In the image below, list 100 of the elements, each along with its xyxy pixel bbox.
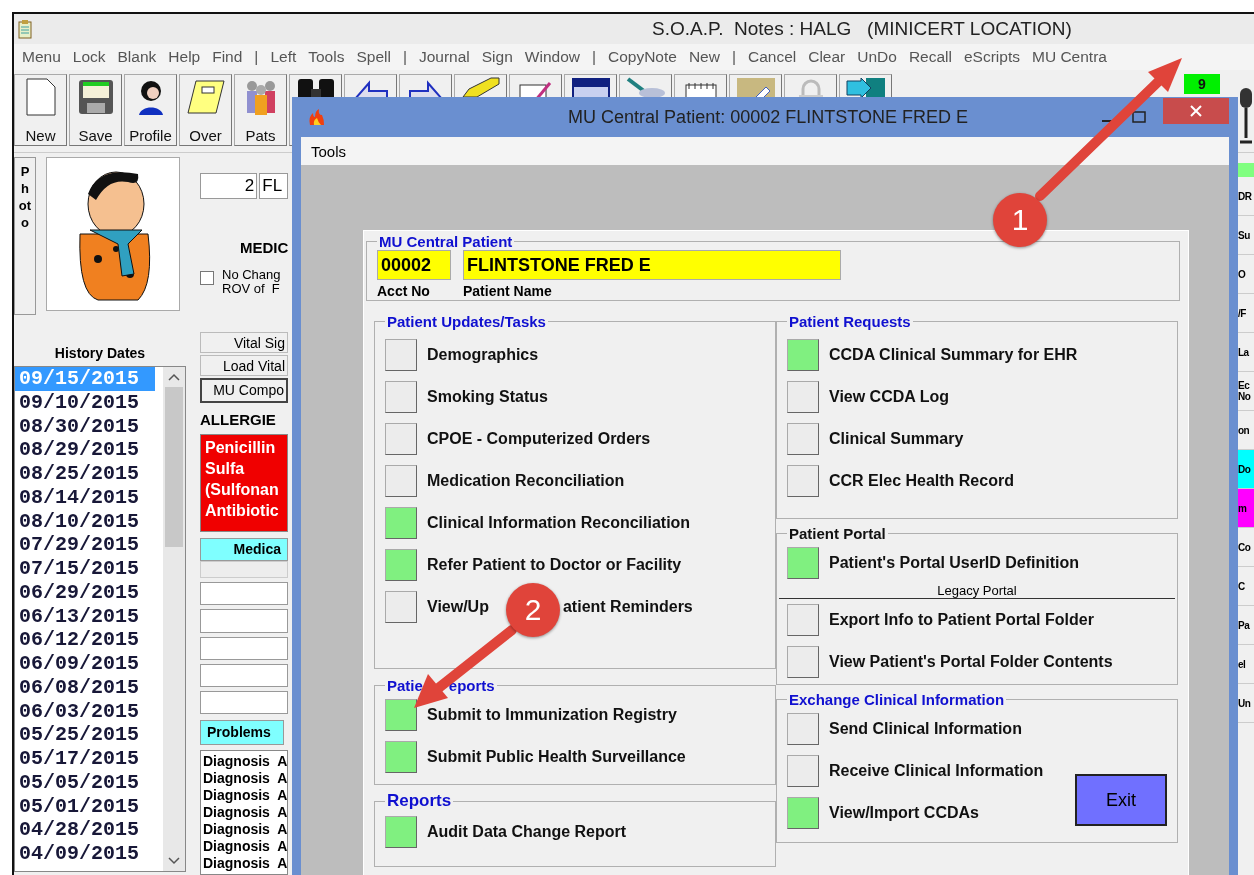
task-button[interactable]	[787, 339, 819, 371]
diagnosis-text[interactable]: Diagnosis A	[203, 753, 285, 771]
toolbar-button[interactable]: Profile	[124, 74, 177, 146]
panel-button[interactable]: MU Compo	[200, 378, 288, 403]
diagnosis-text[interactable]: Diagnosis A	[203, 787, 285, 805]
task-button[interactable]	[787, 465, 819, 497]
task-button[interactable]	[385, 339, 417, 371]
text-field[interactable]	[200, 690, 288, 714]
microphone-icon[interactable]	[1238, 86, 1254, 146]
task-button[interactable]	[385, 381, 417, 413]
scroll-down-icon[interactable]	[168, 857, 180, 865]
maximize-icon[interactable]	[1131, 109, 1147, 125]
history-date[interactable]: 06/12/2015	[15, 628, 155, 652]
task-button[interactable]	[385, 507, 417, 539]
menu-item[interactable]: |	[591, 48, 596, 66]
history-date[interactable]: 09/10/2015	[15, 390, 155, 415]
menu-item[interactable]: Cancel	[747, 48, 797, 66]
menu-item[interactable]: Blank	[117, 48, 157, 66]
history-date[interactable]: 06/29/2015	[15, 580, 155, 605]
history-date[interactable]: 06/09/2015	[15, 652, 155, 676]
task-button[interactable]	[385, 741, 417, 773]
task-button[interactable]	[787, 646, 819, 678]
menu-item[interactable]: Spell	[356, 48, 391, 66]
toolbar-button[interactable]: Over	[179, 74, 232, 146]
text-field[interactable]	[200, 636, 288, 660]
patient-name-field[interactable]: FLINTSTONE FRED E	[463, 250, 841, 280]
history-date[interactable]: 08/14/2015	[15, 485, 155, 510]
scroll-up-icon[interactable]	[168, 373, 180, 381]
diagnosis-text[interactable]: Diagnosis A	[203, 804, 285, 822]
side-label[interactable]: m	[1238, 489, 1254, 528]
menu-item[interactable]: |	[254, 48, 259, 66]
task-button[interactable]	[385, 816, 417, 848]
menu-item[interactable]: UnDo	[857, 48, 897, 66]
diagnosis-text[interactable]: Diagnosis A	[203, 821, 285, 839]
history-date[interactable]: 06/08/2015	[15, 675, 155, 700]
toolbar-button[interactable]: New	[14, 74, 67, 146]
history-date[interactable]: 08/10/2015	[15, 509, 155, 534]
menu-item[interactable]: Tools	[308, 48, 345, 66]
history-date[interactable]: 08/25/2015	[15, 462, 155, 486]
menu-item[interactable]: Tools	[311, 142, 347, 160]
problems-tab[interactable]: Problems	[200, 719, 284, 746]
diagnosis-text[interactable]: Diagnosis A	[203, 838, 285, 856]
photo-button[interactable]: Photo	[14, 157, 36, 315]
toolbar-button[interactable]: Save	[69, 74, 122, 146]
text-field[interactable]	[200, 609, 288, 633]
task-button[interactable]	[385, 423, 417, 455]
history-date[interactable]: 07/29/2015	[15, 533, 155, 557]
side-label[interactable]: Do	[1238, 450, 1254, 489]
history-date[interactable]: 08/30/2015	[15, 414, 155, 439]
diagnosis-text[interactable]: Diagnosis A	[203, 770, 285, 788]
menu-item[interactable]: Left	[270, 48, 297, 66]
history-date[interactable]: 08/29/2015	[15, 438, 155, 462]
task-button[interactable]	[787, 381, 819, 413]
scrollbar[interactable]	[163, 367, 185, 871]
history-date[interactable]: 07/15/2015	[15, 557, 155, 581]
task-button[interactable]	[787, 423, 819, 455]
panel-button[interactable]: Vital Sig	[200, 332, 288, 354]
menu-item[interactable]: eScripts	[964, 48, 1020, 66]
task-button[interactable]	[787, 604, 819, 636]
history-date[interactable]: 05/01/2015	[15, 794, 155, 819]
menu-item[interactable]: |	[731, 48, 736, 66]
menu-item[interactable]: Window	[524, 48, 580, 66]
menu-item[interactable]: Lock	[72, 48, 106, 66]
account-number-field[interactable]: 00002	[377, 250, 451, 280]
text-field[interactable]	[200, 663, 288, 687]
menu-item[interactable]: |	[402, 48, 407, 66]
diagnosis-text[interactable]: Diagnosis A	[203, 855, 285, 873]
task-button[interactable]	[787, 797, 819, 829]
menu-item[interactable]: Menu	[22, 48, 61, 66]
task-button[interactable]	[787, 755, 819, 787]
history-date[interactable]: 06/03/2015	[15, 699, 155, 724]
task-button[interactable]	[385, 465, 417, 497]
name-field[interactable]: FL	[259, 173, 288, 199]
history-date[interactable]: 06/13/2015	[15, 604, 155, 629]
history-date[interactable]: 04/09/2015	[15, 842, 155, 866]
menu-item[interactable]: Sign	[481, 48, 513, 66]
menu-item[interactable]: Clear	[808, 48, 846, 66]
history-date[interactable]: 05/25/2015	[15, 723, 155, 747]
medications-tab[interactable]: Medica	[200, 537, 288, 561]
history-date[interactable]: 05/17/2015	[15, 747, 155, 771]
checkbox[interactable]	[200, 271, 214, 285]
menu-item[interactable]: Recall	[908, 48, 952, 66]
task-button[interactable]	[787, 713, 819, 745]
menu-item[interactable]: Find	[212, 48, 243, 66]
menu-item[interactable]: Help	[168, 48, 201, 66]
task-button[interactable]	[385, 549, 417, 581]
menu-item[interactable]: Journal	[418, 48, 470, 66]
account-field[interactable]: 2	[200, 173, 258, 199]
close-button[interactable]	[1163, 98, 1229, 124]
toolbar-button[interactable]: Pats	[234, 74, 287, 146]
task-button[interactable]	[385, 699, 417, 731]
exit-button[interactable]: Exit	[1075, 774, 1167, 826]
panel-button[interactable]: Load Vital	[200, 355, 288, 377]
task-button[interactable]	[787, 547, 819, 579]
history-date[interactable]: 05/05/2015	[15, 770, 155, 795]
menu-item[interactable]: CopyNote	[608, 48, 677, 66]
text-field[interactable]	[200, 582, 288, 606]
history-date[interactable]: 04/28/2015	[15, 818, 155, 842]
menu-item[interactable]: New	[688, 48, 720, 66]
menu-item[interactable]: MU Centra	[1032, 48, 1107, 66]
